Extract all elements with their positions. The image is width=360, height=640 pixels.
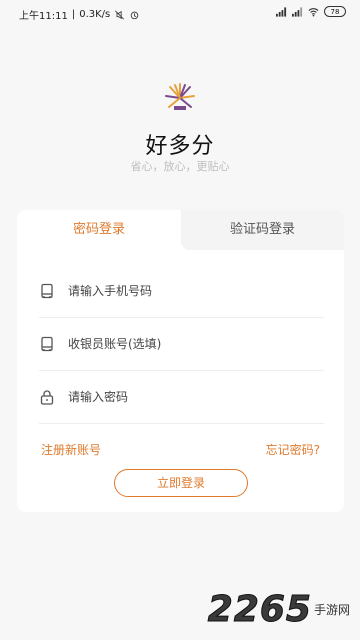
signal-icon [276,6,287,17]
login-tabs: 验证码登录 密码登录 [17,210,344,250]
lock-icon [40,390,54,405]
forgot-password-link[interactable]: 忘记密码? [266,441,320,458]
password-row [39,371,324,424]
firework-logo-icon [165,83,195,110]
cashier-row [39,318,324,371]
status-time: 上午11:11 [19,11,68,22]
signal-2-icon [292,6,303,17]
register-link[interactable]: 注册新账号 [41,441,101,458]
alarm-icon [131,11,139,19]
cashier-account-icon [41,336,53,352]
status-left: 上午11:11 | 0.3K/s [19,7,140,22]
phone-input[interactable] [68,284,298,298]
phone-icon [41,283,53,299]
cashier-account-input[interactable] [68,337,298,351]
app-name: 好多分 [145,134,215,159]
password-input[interactable] [68,390,298,404]
tab-password-login[interactable]: 密码登录 [17,210,181,250]
phone-row [39,265,324,318]
wifi-icon [308,7,319,16]
status-right: 78 [276,6,346,17]
battery-indicator: 78 [324,6,346,17]
app-slogan: 省心，放心，更贴心 [130,160,230,173]
watermark: 2265 手游网 [207,589,350,631]
tab-sms-login[interactable]: 验证码登录 [181,210,344,250]
login-button[interactable]: 立即登录 [114,469,248,497]
login-card: 验证码登录 密码登录 注册新账号 忘记密码? 立即登录 [17,210,344,512]
watermark-number: 2265 [207,589,312,631]
watermark-text: 手游网 [313,603,350,617]
network-speed: 0.3K/s [79,9,111,20]
mute-icon [115,10,125,19]
status-divider: | [71,9,76,20]
status-bar: 上午11:11 | 0.3K/s 78 [0,0,360,26]
